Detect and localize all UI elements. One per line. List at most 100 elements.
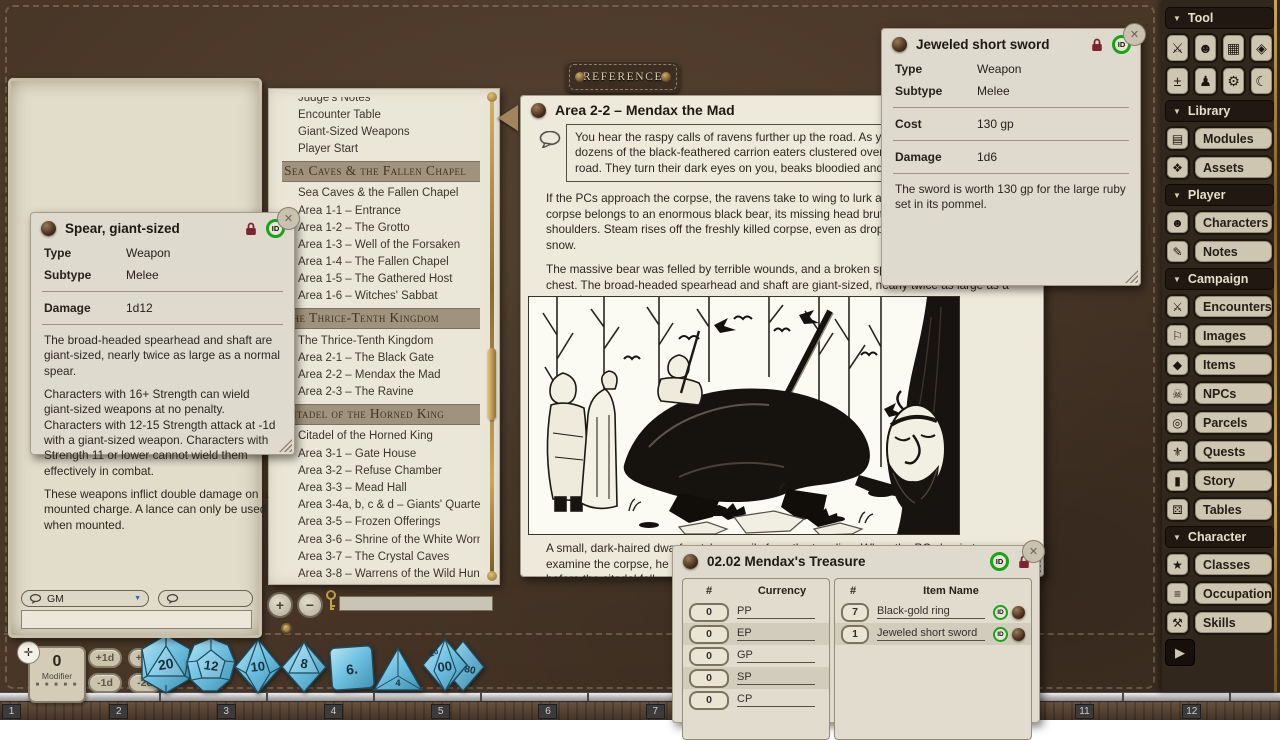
reference-index-entry[interactable]: Area 1-2 – The Grotto (282, 219, 480, 236)
close-icon[interactable]: ✕ (1123, 23, 1146, 46)
characters-button[interactable]: ☻ Characters (1165, 210, 1274, 235)
reference-index-entry[interactable]: Area 3-5 – Frozen Offerings (282, 514, 480, 531)
reference-index-entry[interactable]: Area 2-3 – The Ravine (282, 384, 480, 401)
occupations-button[interactable]: ≡ Occupations (1165, 581, 1274, 606)
images-button[interactable]: ⚐ Images (1165, 323, 1274, 348)
quantity-stepper[interactable]: 0 (689, 603, 729, 622)
reference-index-entry[interactable]: Area 3-6 – Shrine of the White Worm (282, 531, 480, 548)
page-back-arrow[interactable] (498, 105, 518, 131)
assets-button[interactable]: ❖ Assets (1165, 155, 1274, 180)
reference-index-entry[interactable]: Giant-Sized Weapons (282, 123, 480, 140)
modifier-drag-handle[interactable]: ✛ (17, 641, 40, 664)
quantity-stepper[interactable]: 0 (689, 691, 729, 710)
reference-index-entry[interactable]: Area 3-7 – The Crystal Caves (282, 548, 480, 565)
close-icon[interactable]: ✕ (277, 207, 300, 230)
reference-index-entry[interactable]: The Thrice-Tenth Kingdom (282, 308, 480, 329)
calendar-icon[interactable]: ▦ (1221, 33, 1246, 63)
chat-input[interactable] (21, 610, 252, 629)
item-sphere-icon[interactable] (892, 37, 907, 52)
resize-grip[interactable] (1125, 270, 1138, 283)
d12-die[interactable]: 12 (186, 636, 236, 694)
d20-die[interactable]: 20 (139, 633, 193, 695)
combat-tracker-icon[interactable]: ⚔ (1165, 33, 1190, 63)
quantity-stepper[interactable]: 1 (841, 625, 869, 644)
reference-zoom-slider[interactable] (339, 596, 493, 611)
sidebar-section-library[interactable]: ▼ Library (1165, 100, 1274, 122)
dice-adjust-button[interactable]: +1d (88, 648, 122, 668)
d100-die[interactable]: 80 20 00 (420, 637, 486, 695)
hotbar-slot[interactable]: 12 (1182, 702, 1280, 720)
reference-index-entry[interactable]: Sea Caves & the Fallen Chapel (282, 185, 480, 202)
hotbar-slot[interactable]: 4 (324, 702, 431, 720)
sword-titlebar[interactable]: Jeweled short sword ID (881, 28, 1141, 58)
classes-button[interactable]: ★ Classes (1165, 552, 1274, 577)
sidebar-section-campaign[interactable]: ▼ Campaign (1165, 268, 1274, 290)
items-button[interactable]: ◆ Items (1165, 352, 1274, 377)
parcel-item-name[interactable]: Black-gold ring (877, 605, 985, 619)
zoom-out-button[interactable]: − (297, 592, 323, 618)
reference-index-entry[interactable]: Player Start (282, 141, 480, 158)
party-sheet-icon[interactable]: ☻ (1193, 33, 1218, 63)
story-button[interactable]: ▮ Story (1165, 468, 1274, 493)
reference-index-entry[interactable]: Encounter Table (282, 106, 480, 123)
reference-index-entry[interactable]: Area 1-1 – Entrance (282, 202, 480, 219)
lock-icon[interactable] (1091, 38, 1103, 52)
item-sphere-icon[interactable] (41, 221, 56, 236)
quests-button[interactable]: ⚜ Quests (1165, 439, 1274, 464)
modifiers-icon[interactable]: ± (1165, 66, 1190, 96)
chat-mode-pill[interactable] (158, 590, 253, 607)
parcels-button[interactable]: ◎ Parcels (1165, 410, 1274, 435)
hotbar-slot[interactable]: 11 (1075, 702, 1182, 720)
sidebar-section-tool[interactable]: ▼ Tool (1165, 7, 1274, 29)
hotbar-slot[interactable]: 1 (2, 702, 109, 720)
hotbar-slot[interactable]: 5 (431, 702, 538, 720)
sidebar-section-player[interactable]: ▼ Player (1165, 184, 1274, 206)
reference-index-entry[interactable]: The Thrice-Tenth Kingdom (282, 332, 480, 349)
d6-die[interactable]: 6. (328, 644, 376, 692)
notes-button[interactable]: ✎ Notes (1165, 239, 1274, 264)
play-button[interactable]: ▶ (1165, 639, 1195, 666)
tables-button[interactable]: ⚄ Tables (1165, 497, 1274, 522)
parcel-item-name[interactable]: Jeweled short sword (877, 627, 985, 641)
d10-die[interactable]: 10 (233, 637, 283, 695)
story-link-sphere-icon[interactable] (531, 103, 546, 118)
close-icon[interactable]: ✕ (1022, 540, 1045, 563)
d4-die[interactable]: 4 (372, 646, 424, 692)
id-badge[interactable]: ID (993, 627, 1008, 642)
quantity-stepper[interactable]: 0 (689, 647, 729, 666)
id-badge[interactable]: ID (993, 605, 1008, 620)
chat-speaker-dropdown[interactable]: GM ▼ (21, 590, 149, 607)
reference-index-entry[interactable]: Sea Caves & the Fallen Chapel (282, 161, 480, 182)
parcel-item-row[interactable]: 1 Jeweled short sword ID (835, 623, 1031, 645)
parcel-sphere-icon[interactable] (683, 554, 698, 569)
reference-index-entry[interactable]: Area 1-3 – Well of the Forsaken (282, 236, 480, 253)
reference-index-entry[interactable]: Judge's Notes (282, 97, 480, 106)
hotbar-slot[interactable]: 6 (538, 702, 645, 720)
item-link-sphere-icon[interactable] (1012, 628, 1025, 641)
options-icon[interactable]: ⚙ (1221, 66, 1246, 96)
parcel-item-row[interactable]: 7 Black-gold ring ID (835, 601, 1031, 623)
sidebar-section-character[interactable]: ▼ Character (1165, 526, 1274, 548)
reference-index-entry[interactable]: Area 2-1 – The Black Gate (282, 349, 480, 366)
reference-index-entry[interactable]: Area 3-1 – Gate House (282, 445, 480, 462)
reference-index-entry[interactable]: Citadel of the Horned King (282, 404, 480, 425)
index-scrollbar[interactable] (490, 98, 494, 575)
hotbar-slot[interactable]: 2 (109, 702, 216, 720)
effects-icon[interactable]: ♟ (1193, 66, 1218, 96)
reference-index-entry[interactable]: Area 3-3 – Mead Hall (282, 479, 480, 496)
skills-button[interactable]: ⚒ Skills (1165, 610, 1274, 635)
encounters-button[interactable]: ⚔ Encounters (1165, 294, 1274, 319)
quantity-stepper[interactable]: 7 (841, 603, 869, 622)
reference-index-entry[interactable]: Citadel of the Horned King (282, 428, 480, 445)
npcs-button[interactable]: ☠ NPCs (1165, 381, 1274, 406)
dice-tower-icon[interactable]: ◈ (1249, 33, 1274, 63)
lock-icon[interactable] (245, 222, 257, 236)
quantity-stepper[interactable]: 0 (689, 625, 729, 644)
parcel-titlebar[interactable]: 02.02 Mendax's Treasure ID (672, 545, 1040, 575)
d8-die[interactable]: 8 (280, 640, 328, 694)
id-badge[interactable]: ID (990, 552, 1009, 571)
modules-button[interactable]: ▤ Modules (1165, 126, 1274, 151)
zoom-in-button[interactable]: + (267, 592, 293, 618)
dice-adjust-button[interactable]: -1d (88, 673, 122, 693)
reference-index-entry[interactable]: Area 1-4 – The Fallen Chapel (282, 254, 480, 271)
